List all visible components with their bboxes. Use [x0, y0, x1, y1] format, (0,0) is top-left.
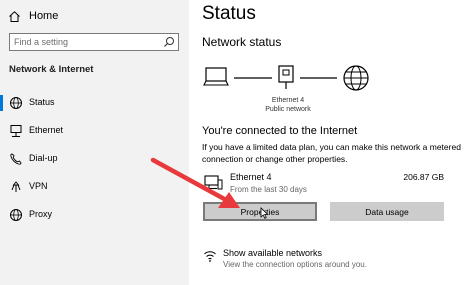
globe-status-icon: [10, 97, 22, 109]
sidebar-home[interactable]: Home: [8, 8, 58, 24]
wifi-network-icon[interactable]: [203, 249, 217, 263]
connected-heading: You're connected to the Internet: [202, 125, 358, 137]
page-title: Status: [202, 3, 256, 24]
data-usage-amount: 206.87 GB: [403, 172, 444, 182]
show-networks-description: View the connection options around you.: [223, 260, 367, 269]
network-status-heading: Network status: [202, 35, 282, 49]
sidebar-item-label: Proxy: [29, 209, 53, 219]
ethernet-icon: [10, 125, 22, 137]
dialup-icon: [10, 153, 22, 165]
sidebar-item-label: Dial-up: [29, 153, 58, 163]
sidebar-item-label: Status: [29, 97, 55, 107]
ethernet-adapter-icon: [278, 65, 294, 89]
sidebar-item-ethernet[interactable]: Ethernet: [0, 121, 189, 141]
sidebar-item-vpn[interactable]: VPN: [0, 177, 189, 197]
globe-icon: [10, 209, 22, 221]
connection-computer-icon: [204, 175, 223, 190]
sidebar-home-label: Home: [29, 10, 59, 22]
adapter-name: Ethernet 4: [271, 97, 305, 104]
search-input[interactable]: [14, 35, 154, 49]
sidebar-item-dialup[interactable]: Dial-up: [0, 149, 189, 169]
data-usage-button[interactable]: Data usage: [330, 202, 444, 221]
sidebar: Home Network & Internet Status Ethernet …: [0, 0, 189, 285]
search-icon[interactable]: [163, 36, 175, 48]
sidebar-item-proxy[interactable]: Proxy: [0, 205, 189, 225]
home-icon: [9, 10, 20, 22]
search-box[interactable]: [9, 33, 179, 51]
connection-name: Ethernet 4: [230, 172, 272, 182]
sidebar-section-title: Network & Internet: [9, 64, 94, 75]
globe-icon: [343, 65, 369, 91]
computer-icon: [203, 67, 229, 86]
network-type: Public network: [265, 106, 311, 113]
show-networks-link[interactable]: Show available networks: [223, 248, 322, 258]
mouse-cursor-icon: [260, 207, 269, 219]
sidebar-item-label: Ethernet: [29, 125, 64, 135]
vpn-icon: [11, 181, 21, 192]
connection-period: From the last 30 days: [230, 185, 307, 194]
sidebar-item-label: VPN: [29, 181, 48, 191]
main-panel: Status Network status Ethernet 4 Public …: [189, 0, 474, 285]
sidebar-item-status[interactable]: Status: [0, 93, 189, 113]
metered-description: If you have a limited data plan, you can…: [202, 142, 461, 164]
